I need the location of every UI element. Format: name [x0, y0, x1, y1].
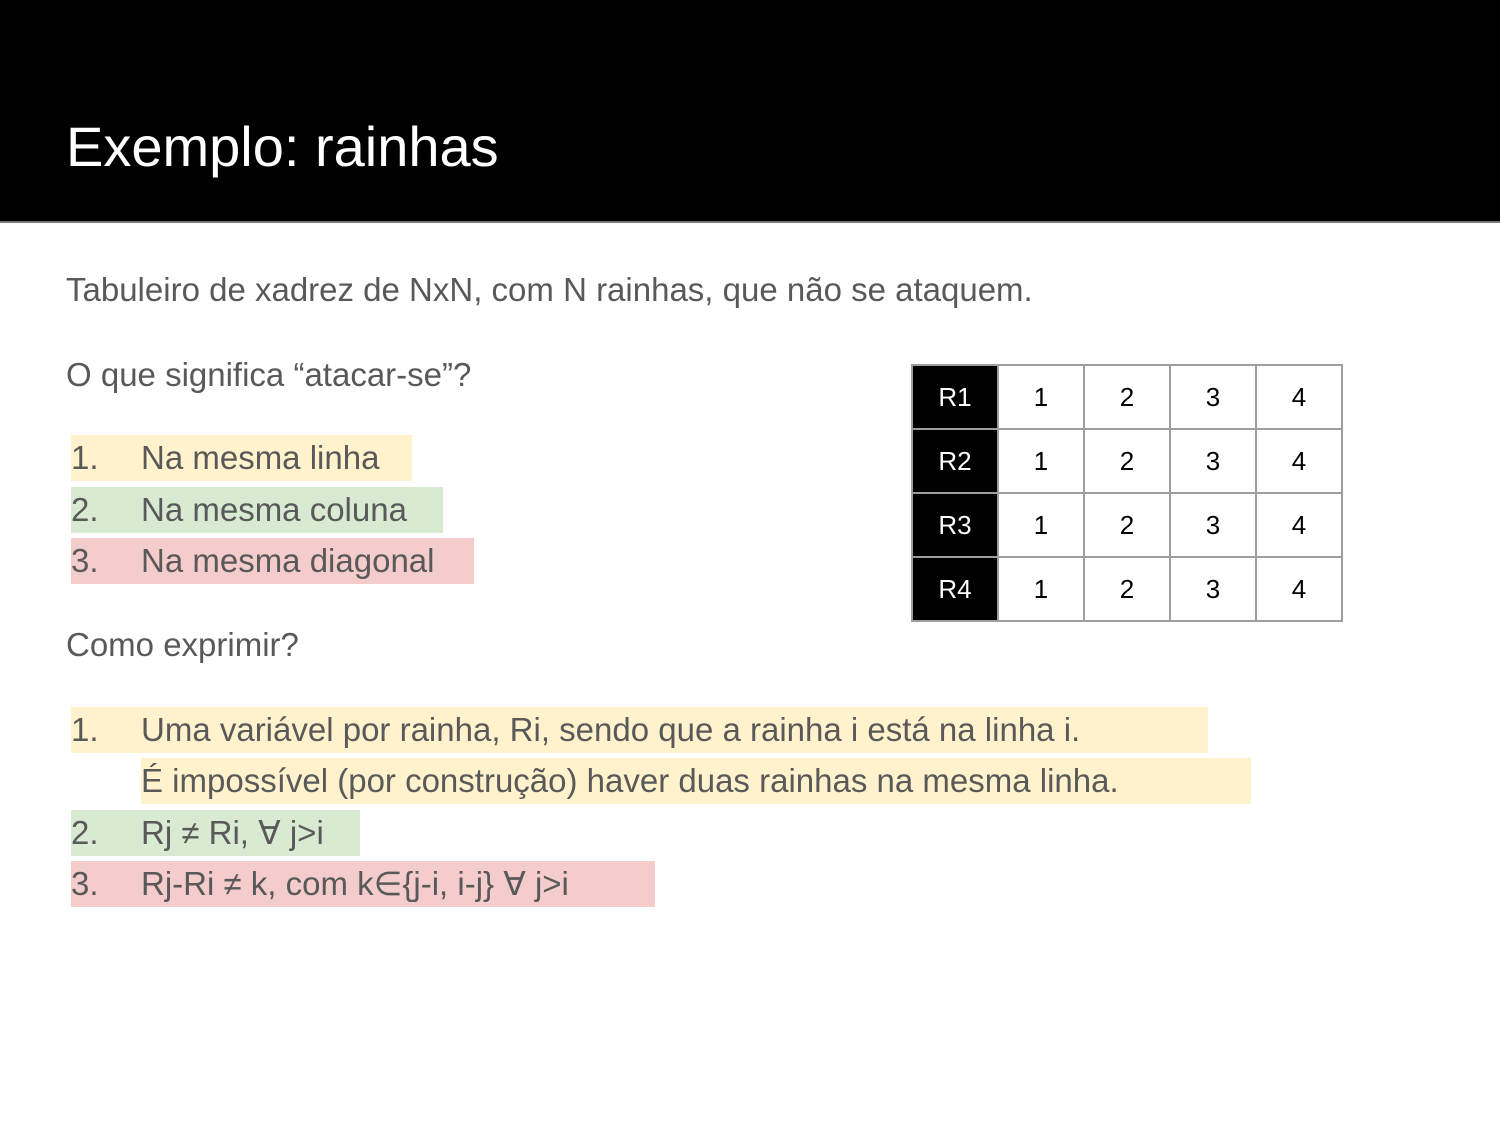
- list-item-text: Na mesma linha: [141, 439, 380, 476]
- list-number: 2.: [71, 491, 99, 528]
- table-row: R1 1 2 3 4: [911, 364, 1343, 430]
- table-cell: 1: [997, 428, 1085, 494]
- table-row: R3 1 2 3 4: [911, 492, 1343, 558]
- table-cell: 4: [1255, 492, 1343, 558]
- table-cell: 4: [1255, 364, 1343, 430]
- table-cell: 1: [997, 364, 1085, 430]
- attack-item-diagonal: 3. Na mesma diagonal: [71, 538, 474, 584]
- express-item-variables: 1. Uma variável por rainha, Ri, sendo qu…: [71, 707, 1208, 753]
- table-cell: 3: [1169, 428, 1257, 494]
- slide-title: Exemplo: rainhas: [66, 115, 499, 178]
- question-express: Como exprimir?: [66, 626, 299, 663]
- title-bar: Exemplo: rainhas: [0, 0, 1500, 223]
- attack-item-row: 1. Na mesma linha: [71, 435, 412, 481]
- table-cell: 4: [1255, 556, 1343, 622]
- table-cell: 2: [1083, 556, 1171, 622]
- list-item-text: Uma variável por rainha, Ri, sendo que a…: [141, 711, 1081, 748]
- table-cell: 2: [1083, 364, 1171, 430]
- list-item-text: Rj ≠ Ri, ∀ j>i: [141, 814, 324, 851]
- table-cell: 2: [1083, 428, 1171, 494]
- table-cell: 3: [1169, 556, 1257, 622]
- row-label: R2: [911, 428, 999, 494]
- list-number: 3.: [71, 865, 99, 902]
- question-attack: O que significa “atacar-se”?: [66, 356, 472, 393]
- express-item-column: 2. Rj ≠ Ri, ∀ j>i: [71, 810, 360, 856]
- queens-board-table: R1 1 2 3 4 R2 1 2 3 4 R3 1 2 3 4 R4 1 2 …: [911, 364, 1343, 622]
- table-cell: 4: [1255, 428, 1343, 494]
- row-label: R4: [911, 556, 999, 622]
- list-number: 2.: [71, 814, 99, 851]
- list-number: 1.: [71, 439, 99, 476]
- express-item-variables-note: É impossível (por construção) haver duas…: [141, 758, 1251, 804]
- row-label: R3: [911, 492, 999, 558]
- list-item-text: Na mesma diagonal: [141, 542, 435, 579]
- list-item-text: É impossível (por construção) haver duas…: [141, 762, 1119, 799]
- list-number: 3.: [71, 542, 99, 579]
- table-cell: 1: [997, 492, 1085, 558]
- table-row: R4 1 2 3 4: [911, 556, 1343, 622]
- table-cell: 3: [1169, 492, 1257, 558]
- table-row: R2 1 2 3 4: [911, 428, 1343, 494]
- express-item-diagonal: 3. Rj-Ri ≠ k, com k∈{j-i, i-j} ∀ j>i: [71, 861, 655, 907]
- row-label: R1: [911, 364, 999, 430]
- attack-item-column: 2. Na mesma coluna: [71, 487, 443, 533]
- table-cell: 2: [1083, 492, 1171, 558]
- table-cell: 3: [1169, 364, 1257, 430]
- table-cell: 1: [997, 556, 1085, 622]
- intro-text: Tabuleiro de xadrez de NxN, com N rainha…: [66, 271, 1033, 308]
- list-item-text: Rj-Ri ≠ k, com k∈{j-i, i-j} ∀ j>i: [141, 865, 569, 902]
- list-number: 1.: [71, 711, 99, 748]
- list-item-text: Na mesma coluna: [141, 491, 407, 528]
